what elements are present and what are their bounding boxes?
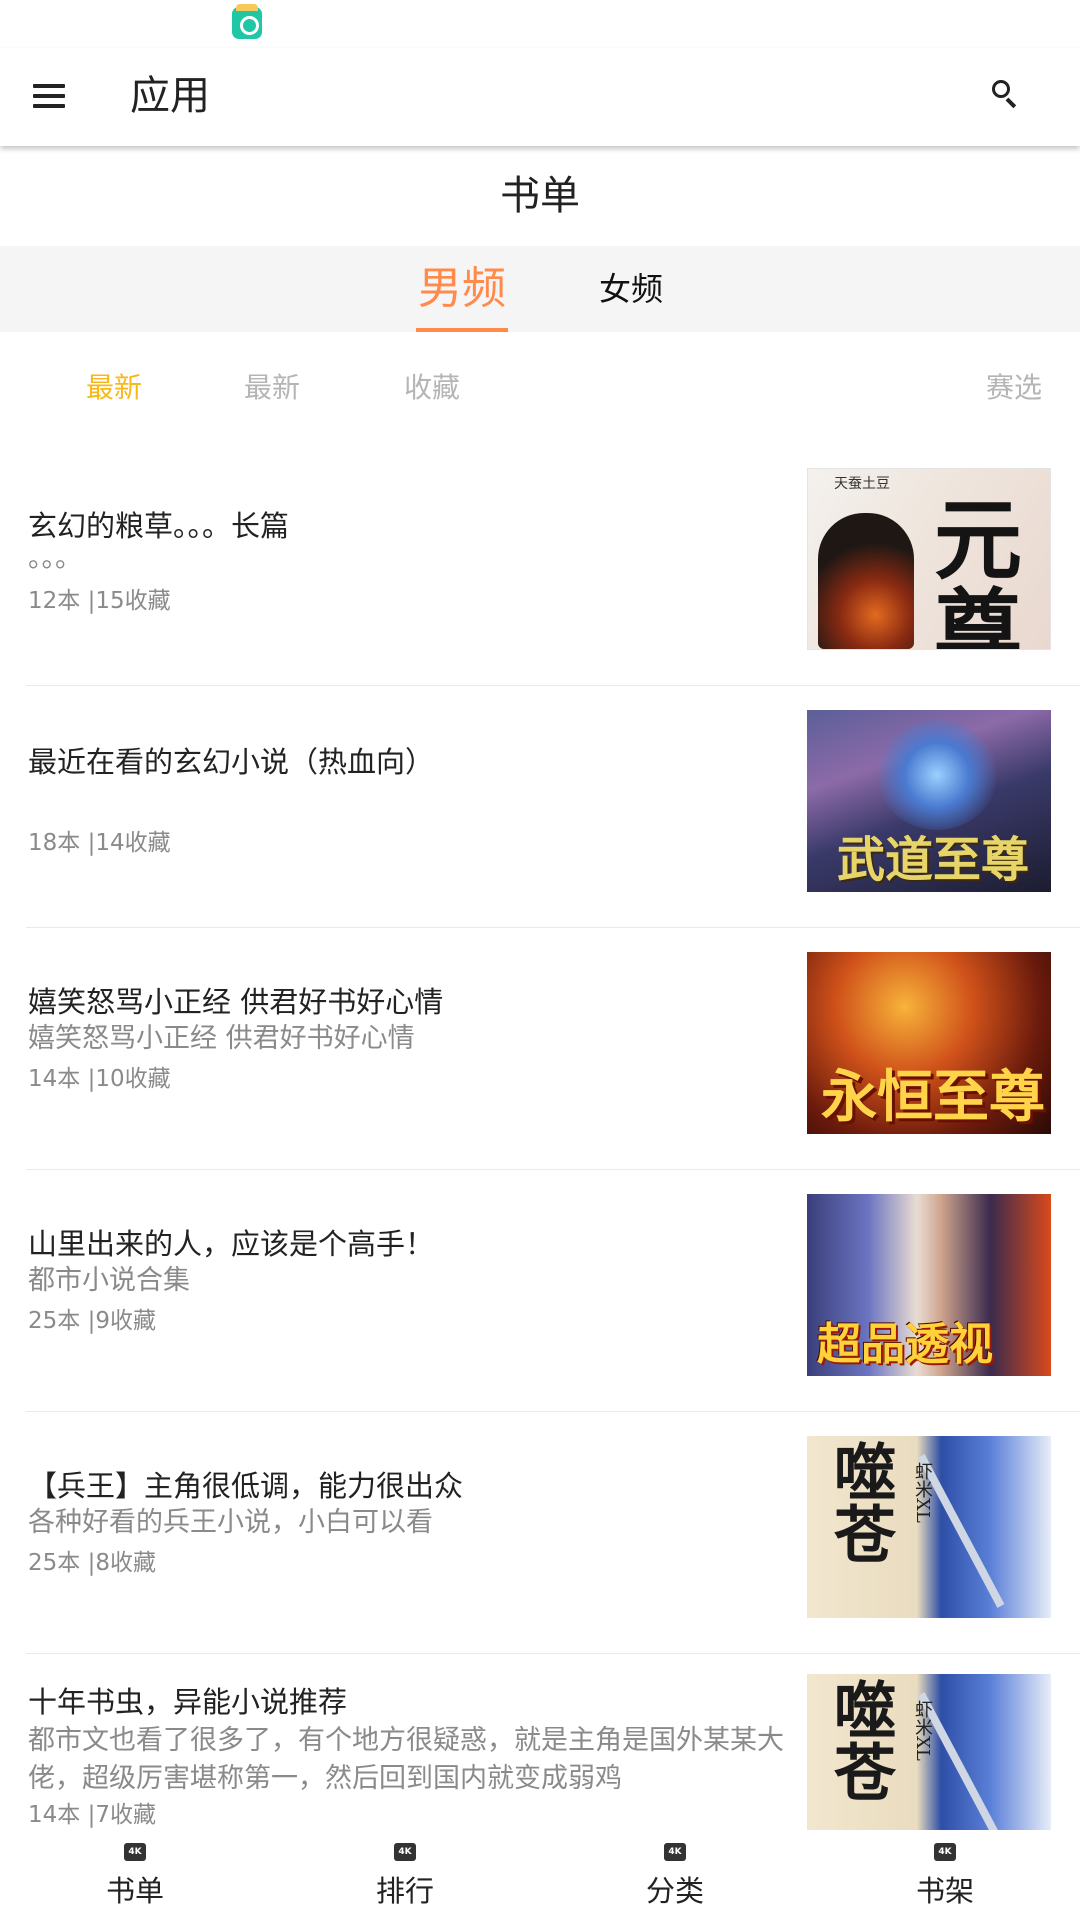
status-bar: [0, 0, 1080, 48]
cover-author-tag: 天蚕土豆: [834, 476, 890, 492]
search-icon[interactable]: [990, 78, 1024, 112]
booklist-description: 都市小说合集: [28, 1265, 190, 1296]
list-item[interactable]: 十年书虫，异能小说推荐 都市文也看了很多了，有个地方很疑惑，就是主角是国外某某大…: [0, 1654, 1080, 1830]
booklist-list: 玄幻的粮草。。。长篇 。。。 12本 |15收藏 天蚕土豆 元尊 最近在看的玄幻…: [0, 444, 1080, 1830]
cover-title-text: 噬苍: [823, 1440, 896, 1564]
tab-male-label: 男频: [418, 263, 506, 314]
cover-side-text: 虾米XL: [912, 1700, 933, 1761]
booklist-meta: 14本 |10收藏: [28, 1066, 171, 1092]
app-title: 应用: [130, 73, 210, 119]
booklist-title: 十年书虫，异能小说推荐: [28, 1685, 348, 1719]
nav-ranking[interactable]: 4K 排行: [270, 1830, 540, 1920]
booklist-description: 各种好看的兵王小说，小白可以看: [28, 1507, 433, 1538]
booklist-meta: 12本 |15收藏: [28, 588, 171, 614]
tab-male[interactable]: 男频: [416, 246, 508, 332]
nav-ranking-label: 排行: [375, 1874, 434, 1908]
nav-category[interactable]: 4K 分类: [540, 1830, 810, 1920]
booklist-title: 山里出来的人，应该是个高手！: [28, 1227, 435, 1261]
ranking-tab-icon: 4K: [394, 1843, 416, 1861]
gender-tabs: 男频 女频: [0, 246, 1080, 332]
book-cover-image: 噬苍 虾米XL: [807, 1436, 1051, 1618]
list-item[interactable]: 山里出来的人，应该是个高手！ 都市小说合集 25本 |9收藏 超品透视: [0, 1170, 1080, 1412]
booklist-meta: 25本 |9收藏: [28, 1308, 156, 1334]
tab-female-label: 女频: [598, 270, 663, 308]
filter-latest-active[interactable]: 最新: [86, 370, 142, 406]
app-bar: 应用: [0, 48, 1080, 146]
booklist-meta: 14本 |7收藏: [28, 1802, 156, 1828]
menu-icon[interactable]: [30, 78, 70, 114]
app-notification-icon: [232, 4, 262, 39]
filter-button[interactable]: 赛选: [986, 370, 1042, 406]
page-title: 书单: [500, 173, 580, 219]
booklist-title: 【兵王】主角很低调，能力很出众: [28, 1469, 464, 1503]
booklist-meta: 25本 |8收藏: [28, 1550, 156, 1576]
list-item[interactable]: 嬉笑怒骂小正经 供君好书好心情 嬉笑怒骂小正经 供君好书好心情 14本 |10收…: [0, 928, 1080, 1170]
booklist-title: 嬉笑怒骂小正经 供君好书好心情: [28, 985, 444, 1019]
cover-title-text: 超品透视: [817, 1319, 993, 1370]
list-item[interactable]: 最近在看的玄幻小说（热血向） 18本 |14收藏 武道至尊: [0, 686, 1080, 928]
list-item[interactable]: 玄幻的粮草。。。长篇 。。。 12本 |15收藏 天蚕土豆 元尊: [0, 444, 1080, 686]
nav-bookshelf-label: 书架: [915, 1874, 974, 1908]
bookshelf-tab-icon: 4K: [934, 1843, 956, 1861]
bottom-nav: 4K 书单 4K 排行 4K 分类 4K 书架: [0, 1830, 1080, 1920]
book-cover-image: 噬苍 虾米XL: [807, 1674, 1051, 1830]
filter-latest[interactable]: 最新: [244, 370, 300, 406]
nav-bookshelf[interactable]: 4K 书架: [810, 1830, 1080, 1920]
booklist-meta: 18本 |14收藏: [28, 830, 171, 856]
cover-title-text: 永恒至尊: [821, 1064, 1045, 1130]
book-cover-image: 武道至尊: [807, 710, 1051, 892]
nav-booklist-label: 书单: [105, 1874, 164, 1908]
booklist-title: 最近在看的玄幻小说（热血向）: [28, 745, 435, 779]
category-tab-icon: 4K: [664, 1843, 686, 1861]
cover-side-text: 虾米XL: [912, 1462, 933, 1523]
book-cover-image: 永恒至尊: [807, 952, 1051, 1134]
nav-booklist[interactable]: 4K 书单: [0, 1830, 270, 1920]
book-cover-image: 天蚕土豆 元尊: [807, 468, 1051, 650]
booklist-description: 嬉笑怒骂小正经 供君好书好心情: [28, 1023, 415, 1054]
cover-title-text: 武道至尊: [837, 832, 1030, 888]
booklist-title: 玄幻的粮草。。。长篇: [28, 509, 290, 543]
filter-favorites[interactable]: 收藏: [404, 370, 460, 406]
tab-female[interactable]: 女频: [598, 246, 664, 332]
list-item[interactable]: 【兵王】主角很低调，能力很出众 各种好看的兵王小说，小白可以看 25本 |8收藏…: [0, 1412, 1080, 1654]
booklist-tab-icon: 4K: [124, 1843, 146, 1861]
cover-title-text: 噬苍: [823, 1678, 896, 1802]
cover-title-text: 元尊: [934, 488, 1023, 650]
book-cover-image: 超品透视: [807, 1194, 1051, 1376]
nav-category-label: 分类: [645, 1874, 704, 1908]
booklist-description: 都市文也看了很多了，有个地方很疑惑，就是主角是国外某某大佬，超级厉害堪称第一，然…: [28, 1725, 784, 1794]
booklist-description: 。。。: [28, 543, 82, 574]
filter-bar: 最新 最新 收藏 赛选: [0, 332, 1080, 444]
